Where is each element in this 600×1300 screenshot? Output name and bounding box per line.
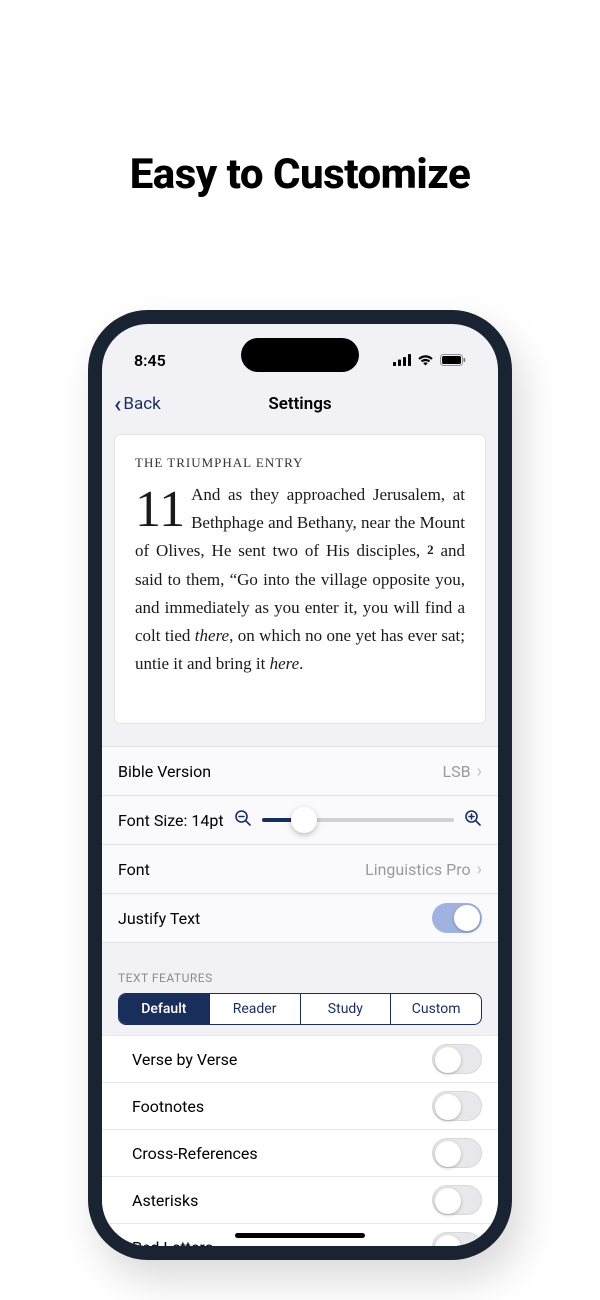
- font-row[interactable]: Font Linguistics Pro ›: [102, 845, 498, 894]
- red-letters-toggle[interactable]: [432, 1232, 482, 1246]
- cross-references-toggle[interactable]: [432, 1138, 482, 1168]
- cellular-icon: [393, 354, 411, 366]
- features-segmented-control: Default Reader Study Custom: [118, 993, 482, 1025]
- chevron-right-icon: ›: [477, 761, 482, 782]
- wifi-icon: [417, 354, 434, 366]
- footnotes-toggle[interactable]: [432, 1091, 482, 1121]
- bible-version-label: Bible Version: [118, 762, 211, 781]
- fade-overlay: [115, 693, 485, 723]
- back-button[interactable]: ‹ Back: [114, 392, 161, 416]
- passage-body: 11And as they approached Jerusalem, at B…: [135, 481, 465, 679]
- phone-screen: 8:45 ‹ Back Settings THE TRIUMPHAL: [102, 324, 498, 1246]
- text-preview: THE TRIUMPHAL ENTRY 11And as they approa…: [114, 434, 486, 724]
- bible-version-value: LSB: [443, 762, 471, 781]
- bible-version-row[interactable]: Bible Version LSB ›: [102, 747, 498, 796]
- chevron-right-icon: ›: [477, 859, 482, 880]
- nav-title: Settings: [268, 394, 331, 414]
- font-size-slider[interactable]: [262, 818, 454, 822]
- cross-references-label: Cross-References: [132, 1144, 258, 1163]
- zoom-in-icon[interactable]: [464, 809, 482, 831]
- back-label: Back: [123, 394, 160, 414]
- footnotes-label: Footnotes: [132, 1097, 204, 1116]
- justify-label: Justify Text: [118, 909, 200, 928]
- segment-reader[interactable]: Reader: [210, 994, 301, 1024]
- slider-thumb[interactable]: [291, 807, 317, 833]
- phone-frame: 8:45 ‹ Back Settings THE TRIUMPHAL: [88, 310, 512, 1260]
- chapter-number: 11: [135, 481, 191, 534]
- red-letters-label: Red Letters: [132, 1238, 213, 1247]
- font-value: Linguistics Pro: [365, 860, 471, 879]
- zoom-out-icon[interactable]: [234, 809, 252, 831]
- justify-toggle[interactable]: [432, 903, 482, 933]
- chevron-left-icon: ‹: [114, 392, 121, 416]
- page-headline: Easy to Customize: [0, 150, 600, 199]
- status-time: 8:45: [134, 351, 166, 370]
- segment-default[interactable]: Default: [119, 994, 210, 1024]
- font-label: Font: [118, 860, 150, 879]
- verse-by-verse-toggle[interactable]: [432, 1044, 482, 1074]
- justify-text-row: Justify Text: [102, 894, 498, 943]
- display-settings: Bible Version LSB › Font Size: 14pt: [102, 746, 498, 943]
- passage-heading: THE TRIUMPHAL ENTRY: [135, 455, 465, 471]
- home-indicator[interactable]: [235, 1233, 365, 1238]
- footnotes-row: Footnotes: [102, 1083, 498, 1130]
- dynamic-island: [241, 338, 359, 372]
- asterisks-toggle[interactable]: [432, 1185, 482, 1215]
- feature-list: Verse by Verse Footnotes Cross-Reference…: [102, 1035, 498, 1246]
- font-size-label: Font Size: 14pt: [118, 811, 224, 830]
- asterisks-row: Asterisks: [102, 1177, 498, 1224]
- segment-study[interactable]: Study: [301, 994, 392, 1024]
- asterisks-label: Asterisks: [132, 1191, 198, 1210]
- navigation-bar: ‹ Back Settings: [102, 382, 498, 426]
- font-size-row: Font Size: 14pt: [102, 796, 498, 845]
- segment-custom[interactable]: Custom: [391, 994, 481, 1024]
- verse-by-verse-label: Verse by Verse: [132, 1050, 237, 1069]
- text-features-header: TEXT FEATURES: [102, 943, 498, 993]
- battery-icon: [440, 354, 466, 366]
- verse-by-verse-row: Verse by Verse: [102, 1036, 498, 1083]
- cross-references-row: Cross-References: [102, 1130, 498, 1177]
